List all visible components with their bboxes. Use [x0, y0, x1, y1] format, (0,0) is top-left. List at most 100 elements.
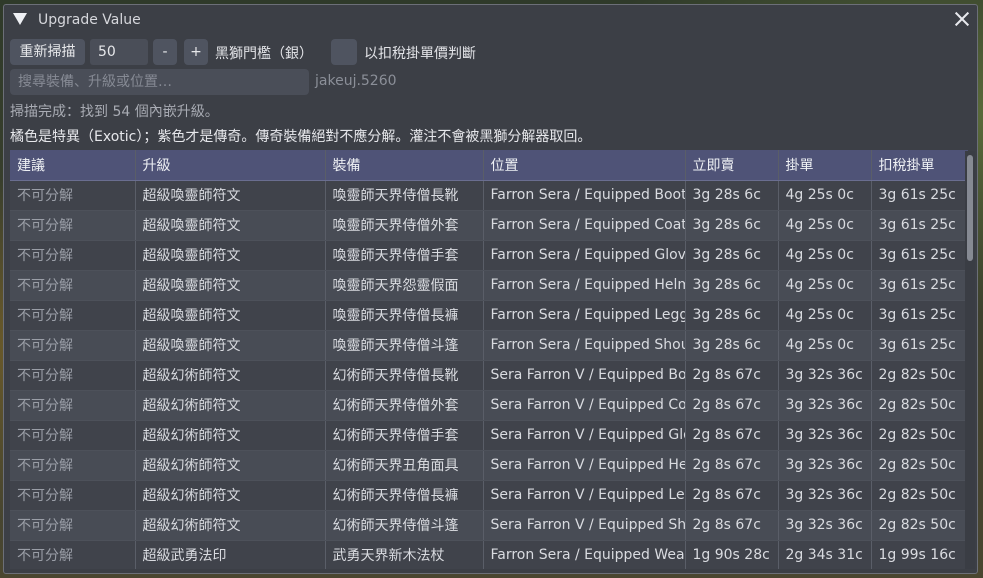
- cell-upgrade: 超級喚靈師符文: [135, 300, 326, 331]
- table-row[interactable]: 不可分解 超級喚靈師符文 喚靈師天界怨靈假面 Farron Sera / Equipp…: [10, 270, 968, 301]
- collapse-triangle-icon[interactable]: [13, 13, 27, 25]
- cell-advice: 不可分解: [10, 270, 136, 301]
- cell-instant-sell: 2g 8s 67c: [685, 390, 779, 421]
- cell-instant-sell: 3g 28s 6c: [685, 330, 779, 361]
- cell-advice: 不可分解: [10, 210, 136, 241]
- cell-location: Sera Farron V / Equipped Coat: [483, 390, 686, 421]
- cell-advice: 不可分解: [10, 360, 136, 391]
- cell-upgrade: 超級喚靈師符文: [135, 240, 326, 271]
- rescan-button[interactable]: 重新掃描: [10, 39, 85, 65]
- table-row[interactable]: 不可分解 超級喚靈師符文 喚靈師天界侍僧長褲 Farron Sera / Equipp…: [10, 300, 968, 331]
- cell-listing-after-tax: 2g 82s 50c: [871, 390, 968, 421]
- cell-instant-sell: 3g 28s 6c: [685, 270, 779, 301]
- cell-advice: 不可分解: [10, 240, 136, 271]
- cell-location: Farron Sera / Equipped Shoulders: [483, 330, 686, 361]
- cell-listing-after-tax: 2g 82s 50c: [871, 420, 968, 451]
- cell-listing-after-tax: 3g 61s 25c: [871, 330, 968, 361]
- col-header-equipment[interactable]: 裝備: [325, 150, 484, 181]
- cell-listing: 4g 25s 0c: [778, 330, 872, 361]
- cell-listing-after-tax: 3g 61s 25c: [871, 300, 968, 331]
- title-bar[interactable]: Upgrade Value: [4, 5, 977, 35]
- cell-location: Sera Farron V / Equipped Leggings: [483, 480, 686, 511]
- table-row[interactable]: 不可分解 超級喚靈師符文 喚靈師天界侍僧斗篷 Farron Sera / Equipp…: [10, 330, 968, 361]
- cell-upgrade: 超級幻術師符文: [135, 480, 326, 511]
- cell-location: Farron Sera / Equipped Coat: [483, 210, 686, 241]
- cell-listing-after-tax: 2g 82s 50c: [871, 360, 968, 391]
- cell-instant-sell: 2g 8s 67c: [685, 450, 779, 481]
- cell-listing: 4g 25s 0c: [778, 240, 872, 271]
- cell-equipment: 喚靈師天界侍僧手套: [325, 240, 484, 271]
- cell-listing: 3g 32s 36c: [778, 390, 872, 421]
- cell-location: Farron Sera / Equipped Boots: [483, 180, 686, 211]
- threshold-input[interactable]: 50: [90, 39, 148, 65]
- cell-upgrade: 超級喚靈師符文: [135, 180, 326, 211]
- cell-equipment: 喚靈師天界侍僧長褲: [325, 300, 484, 331]
- cell-instant-sell: 2g 8s 67c: [685, 510, 779, 541]
- close-icon[interactable]: [953, 10, 971, 28]
- table-row[interactable]: 不可分解 超級幻術師符文 幻術師天界侍僧長靴 Sera Farron V / Equi…: [10, 360, 968, 391]
- col-header-advice[interactable]: 建議: [10, 150, 136, 181]
- cell-listing-after-tax: 2g 82s 50c: [871, 450, 968, 481]
- cell-instant-sell: 2g 8s 67c: [685, 480, 779, 511]
- table-scrollbar[interactable]: [965, 151, 975, 569]
- col-header-upgrade[interactable]: 升級: [135, 150, 326, 181]
- cell-listing: 3g 32s 36c: [778, 360, 872, 391]
- col-header-instant-sell[interactable]: 立即賣: [685, 150, 779, 181]
- search-input[interactable]: 搜尋裝備、升級或位置…: [10, 69, 309, 95]
- cell-advice: 不可分解: [10, 300, 136, 331]
- col-header-listing-after-tax[interactable]: 扣稅掛單: [871, 150, 968, 181]
- cell-equipment: 幻術師天界侍僧外套: [325, 390, 484, 421]
- scrollbar-thumb[interactable]: [967, 155, 973, 261]
- cell-location: Sera Farron V / Equipped Shoulders: [483, 510, 686, 541]
- cell-advice: 不可分解: [10, 180, 136, 211]
- cell-listing: 3g 32s 36c: [778, 480, 872, 511]
- cell-listing-after-tax: 1g 99s 16c: [871, 540, 968, 569]
- cell-listing-after-tax: 3g 61s 25c: [871, 270, 968, 301]
- cell-listing-after-tax: 3g 61s 25c: [871, 180, 968, 211]
- cell-upgrade: 超級喚靈師符文: [135, 210, 326, 241]
- table-row[interactable]: 不可分解 超級幻術師符文 幻術師天界侍僧長褲 Sera Farron V / Equi…: [10, 480, 968, 511]
- table-row[interactable]: 不可分解 超級喚靈師符文 喚靈師天界侍僧手套 Farron Sera / Equipp…: [10, 240, 968, 271]
- cell-equipment: 幻術師天界丑角面具: [325, 450, 484, 481]
- table-row[interactable]: 不可分解 超級喚靈師符文 喚靈師天界侍僧外套 Farron Sera / Equipp…: [10, 210, 968, 241]
- cell-listing-after-tax: 2g 82s 50c: [871, 510, 968, 541]
- cell-equipment: 喚靈師天界侍僧長靴: [325, 180, 484, 211]
- cell-upgrade: 超級幻術師符文: [135, 390, 326, 421]
- cell-listing-after-tax: 2g 82s 50c: [871, 480, 968, 511]
- table-row[interactable]: 不可分解 超級幻術師符文 幻術師天界侍僧外套 Sera Farron V / Equi…: [10, 390, 968, 421]
- cell-equipment: 喚靈師天界怨靈假面: [325, 270, 484, 301]
- cell-upgrade: 超級幻術師符文: [135, 510, 326, 541]
- cell-advice: 不可分解: [10, 450, 136, 481]
- cell-upgrade: 超級幻術師符文: [135, 450, 326, 481]
- cell-instant-sell: 3g 28s 6c: [685, 210, 779, 241]
- cell-upgrade: 超級喚靈師符文: [135, 270, 326, 301]
- cell-location: Sera Farron V / Equipped Gloves: [483, 420, 686, 451]
- tax-price-checkbox[interactable]: [331, 39, 357, 65]
- cell-location: Sera Farron V / Equipped Boots: [483, 360, 686, 391]
- table-row[interactable]: 不可分解 超級幻術師符文 幻術師天界侍僧斗篷 Sera Farron V / Equi…: [10, 510, 968, 541]
- col-header-location[interactable]: 位置: [483, 150, 686, 181]
- cell-listing: 3g 32s 36c: [778, 420, 872, 451]
- scan-status: 掃描完成：找到 54 個內嵌升級。: [10, 104, 219, 120]
- table-row[interactable]: 不可分解 超級幻術師符文 幻術師天界丑角面具 Sera Farron V / Equi…: [10, 450, 968, 481]
- cell-advice: 不可分解: [10, 540, 136, 569]
- cell-listing: 4g 25s 0c: [778, 270, 872, 301]
- table-row[interactable]: 不可分解 超級喚靈師符文 喚靈師天界侍僧長靴 Farron Sera / Equipp…: [10, 180, 968, 211]
- decrease-button[interactable]: -: [153, 39, 177, 65]
- cell-listing-after-tax: 3g 61s 25c: [871, 240, 968, 271]
- cell-instant-sell: 3g 28s 6c: [685, 240, 779, 271]
- cell-equipment: 幻術師天界侍僧斗篷: [325, 510, 484, 541]
- cell-equipment: 幻術師天界侍僧長褲: [325, 480, 484, 511]
- cell-listing: 3g 32s 36c: [778, 510, 872, 541]
- increase-button[interactable]: +: [184, 39, 208, 65]
- cell-listing-after-tax: 3g 61s 25c: [871, 210, 968, 241]
- account-name: jakeuj.5260: [315, 73, 397, 89]
- rarity-note: 橘色是特異（Exotic）；紫色才是傳奇。傳奇裝備絕對不應分解。灌注不會被黑獅分…: [10, 129, 592, 145]
- table-row[interactable]: 不可分解 超級武勇法印 武勇天界新木法杖 Farron Sera / Equipped…: [10, 540, 968, 569]
- cell-instant-sell: 3g 28s 6c: [685, 180, 779, 211]
- upgrade-table: 建議 升級 裝備 位置 立即賣 掛單 扣稅掛單 不可分解 超級喚靈師符文 喚靈師天界…: [10, 150, 968, 569]
- cell-location: Farron Sera / Equipped Gloves: [483, 240, 686, 271]
- cell-listing: 4g 25s 0c: [778, 210, 872, 241]
- table-row[interactable]: 不可分解 超級幻術師符文 幻術師天界侍僧手套 Sera Farron V / Equi…: [10, 420, 968, 451]
- col-header-listing[interactable]: 掛單: [778, 150, 872, 181]
